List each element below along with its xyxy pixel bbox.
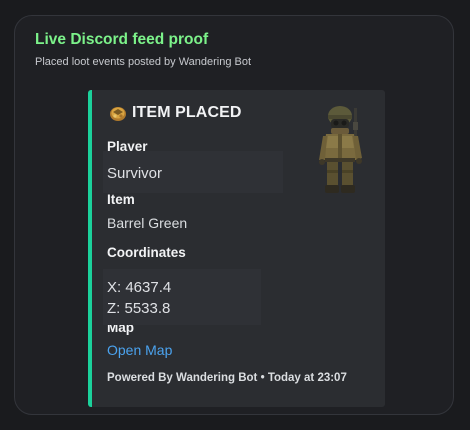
discord-embed: ITEM PLACED Player Survivor Item Barrel … [88, 90, 385, 407]
field-player-value: Survivor [107, 165, 163, 182]
field-item-value: Barrel Green [107, 215, 188, 231]
open-map-link[interactable]: Open Map [107, 342, 172, 358]
embed-title: ITEM PLACED [132, 104, 242, 121]
loot-box-icon [109, 104, 127, 122]
embed-header: ITEM PLACED [109, 104, 242, 122]
coordinates-value-box: X: 4637.4 Z: 5533.8 [103, 269, 261, 325]
card-subtitle: Placed loot events posted by Wandering B… [35, 56, 252, 68]
footer-separator: • [260, 372, 265, 384]
field-item-name: Item [107, 192, 135, 207]
coordinate-z: Z: 5533.8 [107, 300, 171, 317]
footer-author: Powered By Wandering Bot [107, 372, 258, 384]
card-title: Live Discord feed proof [35, 31, 209, 48]
proof-card: Live Discord feed proof Placed loot even… [14, 15, 454, 415]
player-value-box: Survivor [103, 151, 283, 193]
embed-footer: Powered By Wandering Bot • Today at 23:0… [107, 372, 347, 384]
footer-timestamp: Today at 23:07 [267, 372, 347, 384]
survivor-character-image [316, 102, 372, 196]
field-coordinates-name: Coordinates [107, 245, 186, 260]
coordinate-x: X: 4637.4 [107, 279, 172, 296]
